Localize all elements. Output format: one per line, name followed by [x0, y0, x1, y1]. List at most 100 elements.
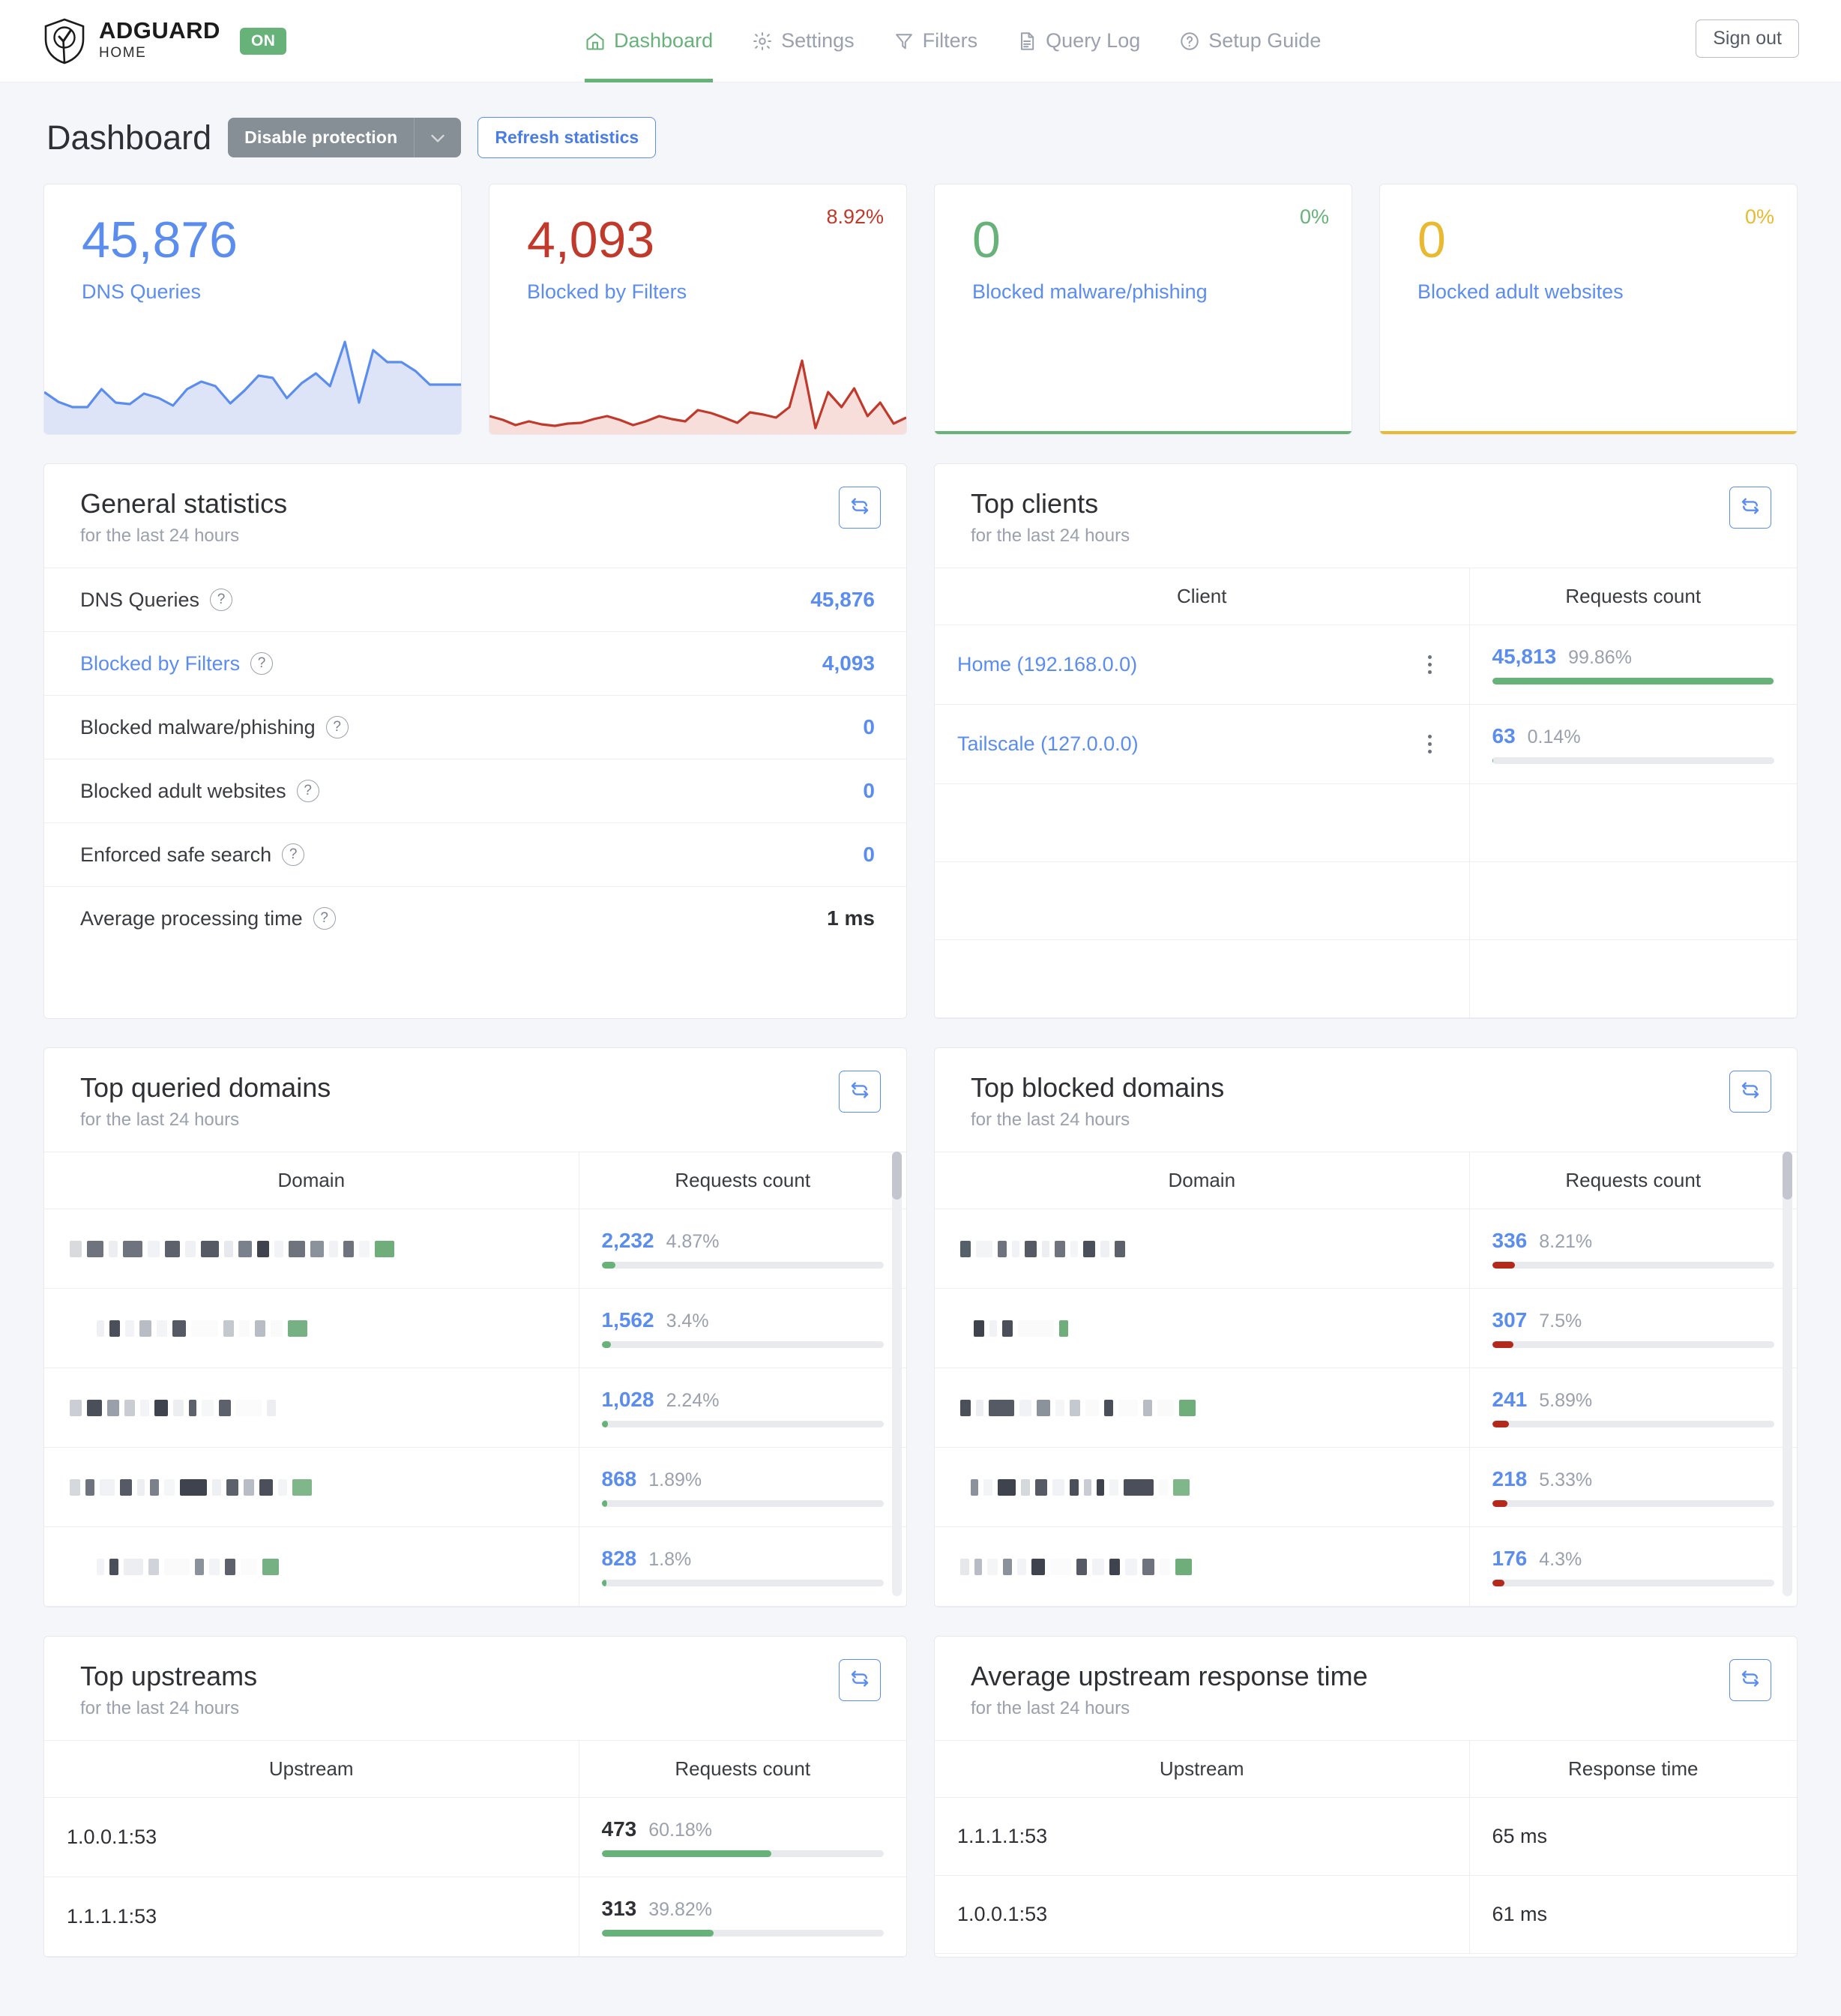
client-link[interactable]: Home (192.168.0.0) — [957, 653, 1137, 676]
upstream-request-count: 313 — [601, 1897, 637, 1920]
redacted-domain[interactable] — [67, 1554, 556, 1580]
vertical-scrollbar[interactable] — [892, 1152, 902, 1596]
row-options-icon[interactable] — [1413, 735, 1447, 753]
column-header-upstream: Upstream — [44, 1740, 579, 1798]
refresh-top-upstreams-button[interactable] — [839, 1659, 881, 1701]
row-options-icon[interactable] — [1413, 655, 1447, 674]
column-header-requests-count: Requests count — [578, 1152, 906, 1209]
nav-item-setup-guide[interactable]: Setup Guide — [1179, 0, 1321, 82]
panel-top-blocked-domains: Top blocked domains for the last 24 hour… — [934, 1047, 1798, 1607]
help-icon[interactable]: ? — [250, 652, 274, 675]
general-stat-row: Enforced safe search? 0 — [44, 822, 906, 886]
stat-card-dns-queries[interactable]: 45,876 DNS Queries — [43, 184, 462, 435]
progress-bar — [1492, 1580, 1774, 1586]
question-circle-icon — [1179, 31, 1200, 52]
column-header-requests-count: Requests count — [1468, 1152, 1797, 1209]
domain-request-count: 828 — [601, 1547, 637, 1570]
column-header-domain: Domain — [935, 1152, 1469, 1209]
progress-bar — [1492, 1341, 1774, 1348]
nav-item-filters[interactable]: Filters — [894, 0, 978, 82]
nav-label-filters: Filters — [922, 29, 978, 52]
table-row: 336 8.21% — [935, 1209, 1797, 1289]
stat-value-blocked-adult: 0 — [1417, 211, 1446, 268]
progress-bar — [1492, 1421, 1774, 1427]
upstream-address: 1.1.1.1:53 — [935, 1797, 1469, 1876]
refresh-top-queried-domains-button[interactable] — [839, 1071, 881, 1113]
panel-header-top-blocked-domains: Top blocked domains for the last 24 hour… — [935, 1048, 1797, 1152]
funnel-icon — [894, 31, 915, 52]
client-link[interactable]: Tailscale (127.0.0.0) — [957, 732, 1139, 756]
sign-out-button[interactable]: Sign out — [1696, 19, 1799, 58]
refresh-avg-response-time-button[interactable] — [1729, 1659, 1771, 1701]
help-icon[interactable]: ? — [296, 780, 319, 802]
panel-top-queried-domains: Top queried domains for the last 24 hour… — [43, 1047, 907, 1607]
redacted-domain[interactable] — [957, 1395, 1447, 1421]
redacted-domain[interactable] — [957, 1475, 1447, 1500]
stat-card-blocked-adult[interactable]: 0% 0 Blocked adult websites — [1379, 184, 1798, 435]
redacted-domain[interactable] — [957, 1236, 1447, 1262]
redacted-domain[interactable] — [957, 1554, 1447, 1580]
panel-header-top-upstreams: Top upstreams for the last 24 hours — [44, 1637, 906, 1740]
stat-card-blocked-by-filters[interactable]: 8.92% 4,093 Blocked by Filters — [489, 184, 907, 435]
document-icon — [1016, 31, 1037, 52]
nav-item-settings[interactable]: Settings — [752, 0, 855, 82]
stat-cards-row: 45,876 DNS Queries 8.92% 4,093 Blocked b… — [43, 184, 1798, 435]
stat-percent-blocked-by-filters: 8.92% — [826, 205, 884, 228]
stat-value-blocked-malware: 0 — [972, 211, 1001, 268]
domain-request-count: 2,232 — [601, 1229, 654, 1252]
domain-request-percent: 4.87% — [666, 1231, 720, 1252]
refresh-top-blocked-domains-button[interactable] — [1729, 1071, 1771, 1113]
table-avg-upstream-response-time: Upstream Response time 1.1.1.1:53 65 ms … — [935, 1740, 1797, 1954]
nav-label-settings: Settings — [781, 29, 855, 52]
table-row-empty — [935, 861, 1797, 940]
home-icon — [585, 31, 606, 52]
refresh-general-statistics-button[interactable] — [839, 487, 881, 529]
nav-item-dashboard[interactable]: Dashboard — [585, 0, 714, 82]
column-header-domain: Domain — [44, 1152, 579, 1209]
nav-label-query-log: Query Log — [1046, 29, 1141, 52]
refresh-icon — [1739, 1079, 1762, 1105]
redacted-domain[interactable] — [67, 1395, 556, 1421]
progress-bar — [601, 1500, 884, 1507]
redacted-domain[interactable] — [957, 1316, 1447, 1341]
disable-protection-label: Disable protection — [244, 127, 398, 147]
refresh-statistics-button[interactable]: Refresh statistics — [477, 117, 657, 158]
disable-protection-button[interactable]: Disable protection — [228, 118, 462, 157]
domain-request-percent: 7.5% — [1539, 1311, 1582, 1332]
redacted-domain[interactable] — [67, 1236, 556, 1262]
stat-card-blocked-malware[interactable]: 0% 0 Blocked malware/phishing — [934, 184, 1352, 435]
column-header-response-time: Response time — [1468, 1740, 1797, 1798]
sparkline-dns-queries — [44, 314, 461, 434]
panel-subtitle-avg-upstream-response-time: for the last 24 hours — [971, 1698, 1130, 1718]
help-icon[interactable]: ? — [282, 843, 305, 866]
panel-general-statistics: General statistics for the last 24 hours… — [43, 463, 907, 1019]
upstream-request-count: 473 — [601, 1817, 637, 1841]
panel-header-general-statistics: General statistics for the last 24 hours — [44, 464, 906, 568]
general-stat-label: Enforced safe search — [80, 843, 272, 866]
table-top-clients: Client Requests count Home (192.168.0.0) — [935, 568, 1797, 1018]
table-row: 1.1.1.1:53 313 39.82% — [44, 1877, 906, 1957]
stat-label-blocked-adult: Blocked adult websites — [1417, 280, 1624, 303]
help-icon[interactable]: ? — [313, 907, 336, 930]
upstream-request-percent: 39.82% — [648, 1899, 713, 1920]
general-stat-label-link[interactable]: Blocked by Filters — [80, 652, 240, 675]
help-icon[interactable]: ? — [325, 716, 349, 738]
domain-request-percent: 8.21% — [1539, 1231, 1593, 1252]
help-icon[interactable]: ? — [210, 589, 233, 611]
table-row-empty — [935, 939, 1797, 1018]
upstream-request-percent: 60.18% — [648, 1820, 713, 1841]
brand-logo[interactable]: ADGUARD HOME ON — [43, 16, 287, 64]
redacted-domain[interactable] — [67, 1316, 556, 1341]
panel-subtitle-top-clients: for the last 24 hours — [971, 526, 1130, 546]
brand-name: ADGUARD — [99, 16, 220, 43]
vertical-scrollbar[interactable] — [1783, 1152, 1792, 1596]
row-upstreams: Top upstreams for the last 24 hours Upst… — [43, 1636, 1798, 1958]
refresh-top-clients-button[interactable] — [1729, 487, 1771, 529]
general-stat-row: Blocked malware/phishing? 0 — [44, 695, 906, 759]
chevron-down-icon[interactable] — [414, 118, 461, 157]
redacted-domain[interactable] — [67, 1475, 556, 1500]
table-top-blocked-domains: Domain Requests count 336 8.21% 307 7.5%… — [935, 1152, 1797, 1607]
domain-request-count: 218 — [1492, 1467, 1528, 1490]
nav-item-query-log[interactable]: Query Log — [1016, 0, 1140, 82]
refresh-icon — [849, 1667, 871, 1694]
